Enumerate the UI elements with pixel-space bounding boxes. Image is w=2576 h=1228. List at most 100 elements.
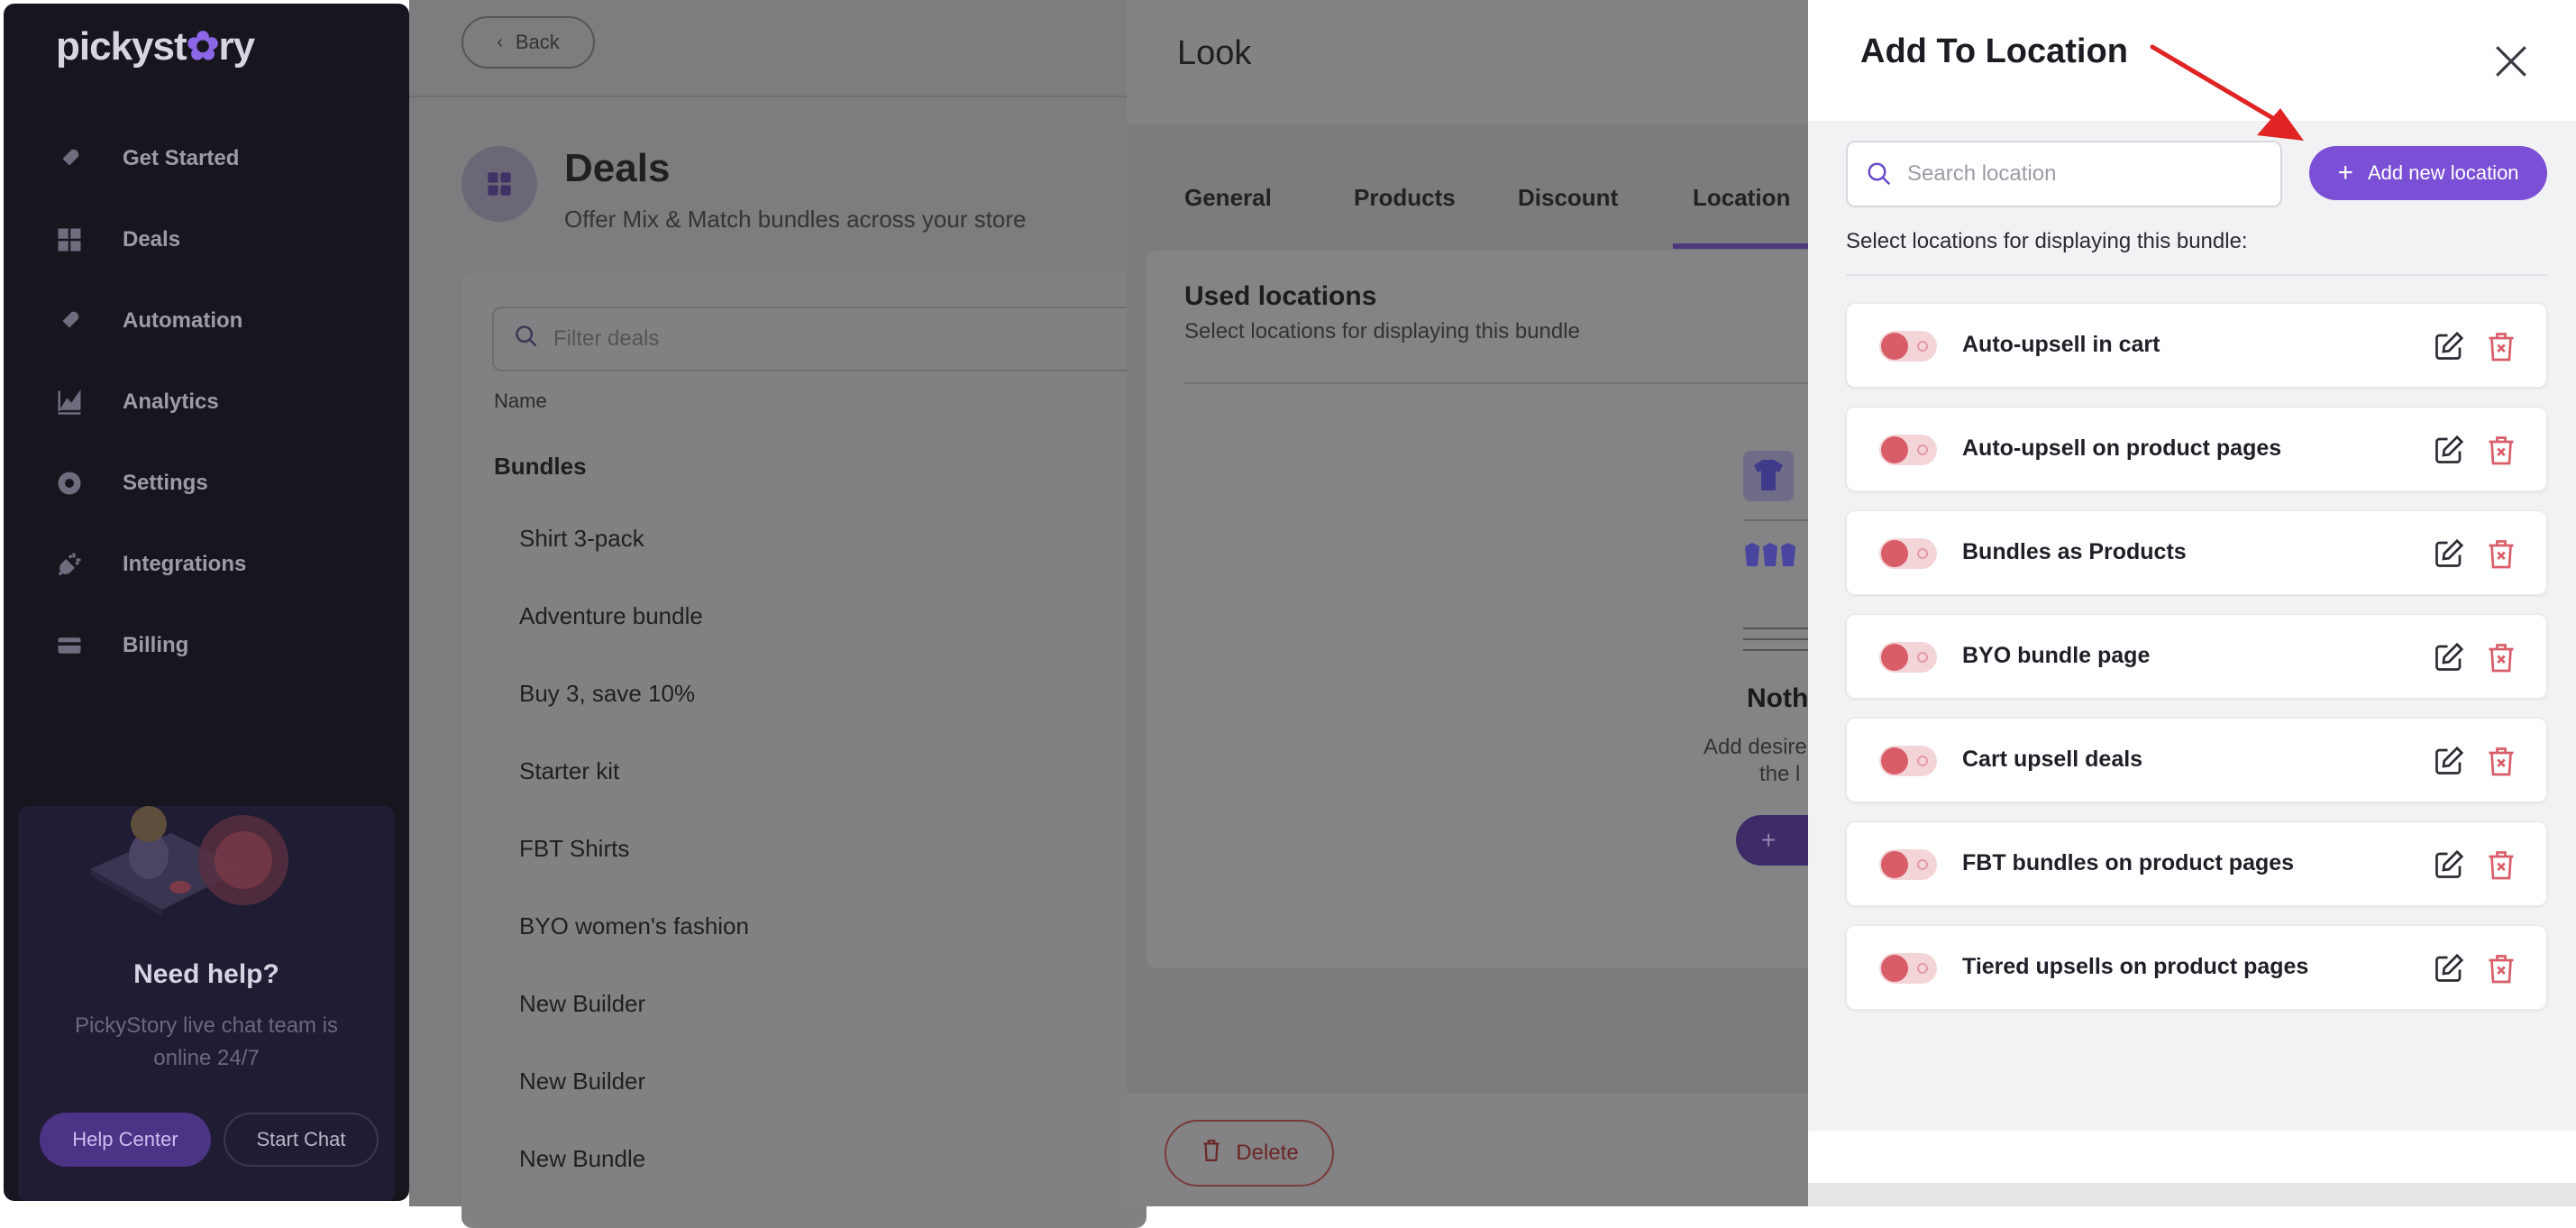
sidebar-item-integrations[interactable]: Integrations [54, 537, 246, 591]
trash-icon[interactable] [2485, 434, 2517, 466]
back-label: Back [515, 31, 560, 53]
empty-state-line: Add desire [1704, 735, 1807, 759]
sidebar-item-label: Billing [123, 633, 189, 657]
location-label: Cart upsell deals [1962, 747, 2143, 772]
annotation-arrow-icon [2150, 44, 2304, 141]
select-locations-text: Select locations for displaying this bun… [1846, 229, 2248, 253]
help-card: Need help? PickyStory live chat team is … [18, 806, 395, 1201]
deal-row[interactable]: Shirt 3-pack [519, 525, 644, 553]
search-icon [514, 324, 539, 355]
toggle-off-indicator [1917, 548, 1928, 559]
sidebar-item-label: Get Started [123, 146, 240, 170]
trash-icon[interactable] [2485, 537, 2517, 570]
deal-row[interactable]: New Bundle [519, 1145, 645, 1173]
help-subtitle: PickyStory live chat team is online 24/7 [74, 1013, 339, 1070]
location-toggle[interactable] [1879, 538, 1937, 569]
sidebar-item-label: Settings [123, 471, 208, 495]
delete-button[interactable]: Delete [1165, 1120, 1334, 1187]
sidebar-item-label: Deals [123, 227, 181, 252]
deals-page: ‹ Back Deals Offer Mix & Match bundles a… [409, 0, 1146, 1228]
locations-card [1146, 251, 1813, 968]
edit-icon[interactable] [2433, 745, 2465, 777]
toggle-knob [1881, 540, 1908, 567]
rocket-icon [54, 306, 85, 336]
use-location-button[interactable]: + [1736, 815, 1812, 866]
deal-row[interactable]: Buy 3, save 10% [519, 680, 695, 708]
filter-placeholder: Filter deals [553, 326, 660, 351]
location-toggle[interactable] [1879, 953, 1937, 984]
edit-icon[interactable] [2433, 537, 2465, 570]
location-row: FBT bundles on product pages [1846, 821, 2547, 906]
deal-row[interactable]: BYO women's fashion [519, 912, 749, 940]
toggle-off-indicator [1917, 756, 1928, 766]
used-locations-subtitle: Select locations for displaying this bun… [1184, 319, 1580, 344]
sidebar-item-analytics[interactable]: Analytics [54, 375, 219, 429]
page-subtitle: Offer Mix & Match bundles across your st… [564, 206, 1027, 233]
deal-row[interactable]: New Builder [519, 1068, 645, 1095]
column-header-name[interactable]: Name [494, 389, 547, 413]
empty-state-illustration [1743, 451, 1812, 651]
tab-location[interactable]: Location [1693, 184, 1790, 212]
trash-icon[interactable] [2485, 952, 2517, 985]
card-icon [54, 630, 85, 661]
trash-icon[interactable] [2485, 745, 2517, 777]
gear-icon [54, 468, 85, 499]
sidebar-item-label: Integrations [123, 552, 247, 576]
modal-footer [1808, 1183, 2576, 1206]
tab-products[interactable]: Products [1354, 184, 1456, 212]
toggle-off-indicator [1917, 652, 1928, 663]
sidebar-item-deals[interactable]: Deals [54, 213, 180, 267]
tab-discount[interactable]: Discount [1518, 184, 1618, 212]
deal-row[interactable]: FBT Shirts [519, 835, 629, 863]
modal-title: Add To Location [1860, 32, 2128, 70]
location-toggle[interactable] [1879, 331, 1937, 362]
edit-icon[interactable] [2433, 330, 2465, 362]
plug-icon [54, 549, 85, 580]
location-label: BYO bundle page [1962, 643, 2151, 668]
delete-label: Delete [1236, 1141, 1299, 1165]
pickystory-logo[interactable]: pickyst✿ry [56, 23, 255, 69]
start-chat-button[interactable]: Start Chat [224, 1113, 379, 1167]
active-tab-indicator [1673, 243, 1812, 249]
deal-row[interactable]: Starter kit [519, 757, 619, 785]
empty-state-line: the l [1759, 762, 1801, 786]
close-icon [2496, 46, 2526, 77]
edit-icon[interactable] [2433, 848, 2465, 881]
empty-state-title: Noth [1747, 683, 1809, 713]
toggle-off-indicator [1917, 341, 1928, 352]
location-toggle[interactable] [1879, 849, 1937, 880]
trash-icon[interactable] [2485, 641, 2517, 674]
help-center-button[interactable]: Help Center [40, 1113, 211, 1167]
location-row: Cart upsell deals [1846, 718, 2547, 802]
trash-icon[interactable] [2485, 330, 2517, 362]
chevron-left-icon: ‹ [497, 32, 503, 52]
chart-icon [54, 387, 85, 417]
tab-general[interactable]: General [1184, 184, 1272, 212]
sidebar-item-billing[interactable]: Billing [54, 619, 188, 673]
trash-icon[interactable] [2485, 848, 2517, 881]
edit-icon[interactable] [2433, 434, 2465, 466]
filter-deals-input[interactable]: Filter deals [492, 307, 1141, 371]
toggle-off-indicator [1917, 444, 1928, 455]
edit-icon[interactable] [2433, 641, 2465, 674]
deal-row[interactable]: Adventure bundle [519, 602, 703, 630]
edit-icon[interactable] [2433, 952, 2465, 985]
location-toggle[interactable] [1879, 642, 1937, 673]
help-title: Need help? [133, 959, 279, 989]
back-button[interactable]: ‹ Back [461, 16, 595, 69]
sidebar-item-settings[interactable]: Settings [54, 456, 208, 510]
add-new-location-button[interactable]: + Add new location [2309, 146, 2547, 200]
location-row: Tiered upsells on product pages [1846, 925, 2547, 1010]
sidebar-item-automation[interactable]: Automation [54, 294, 242, 348]
location-label: Tiered upsells on product pages [1962, 954, 2309, 979]
location-toggle[interactable] [1879, 746, 1937, 776]
location-label: Bundles as Products [1962, 539, 2187, 564]
search-location-input[interactable] [1905, 160, 2248, 188]
close-button[interactable] [2486, 36, 2536, 87]
location-label: Auto-upsell in cart [1962, 332, 2160, 357]
deal-row[interactable]: New Builder [519, 990, 645, 1018]
location-row: Auto-upsell in cart [1846, 303, 2547, 388]
sidebar-item-get-started[interactable]: Get Started [54, 132, 239, 186]
location-toggle[interactable] [1879, 435, 1937, 465]
location-label: FBT bundles on product pages [1962, 850, 2295, 875]
